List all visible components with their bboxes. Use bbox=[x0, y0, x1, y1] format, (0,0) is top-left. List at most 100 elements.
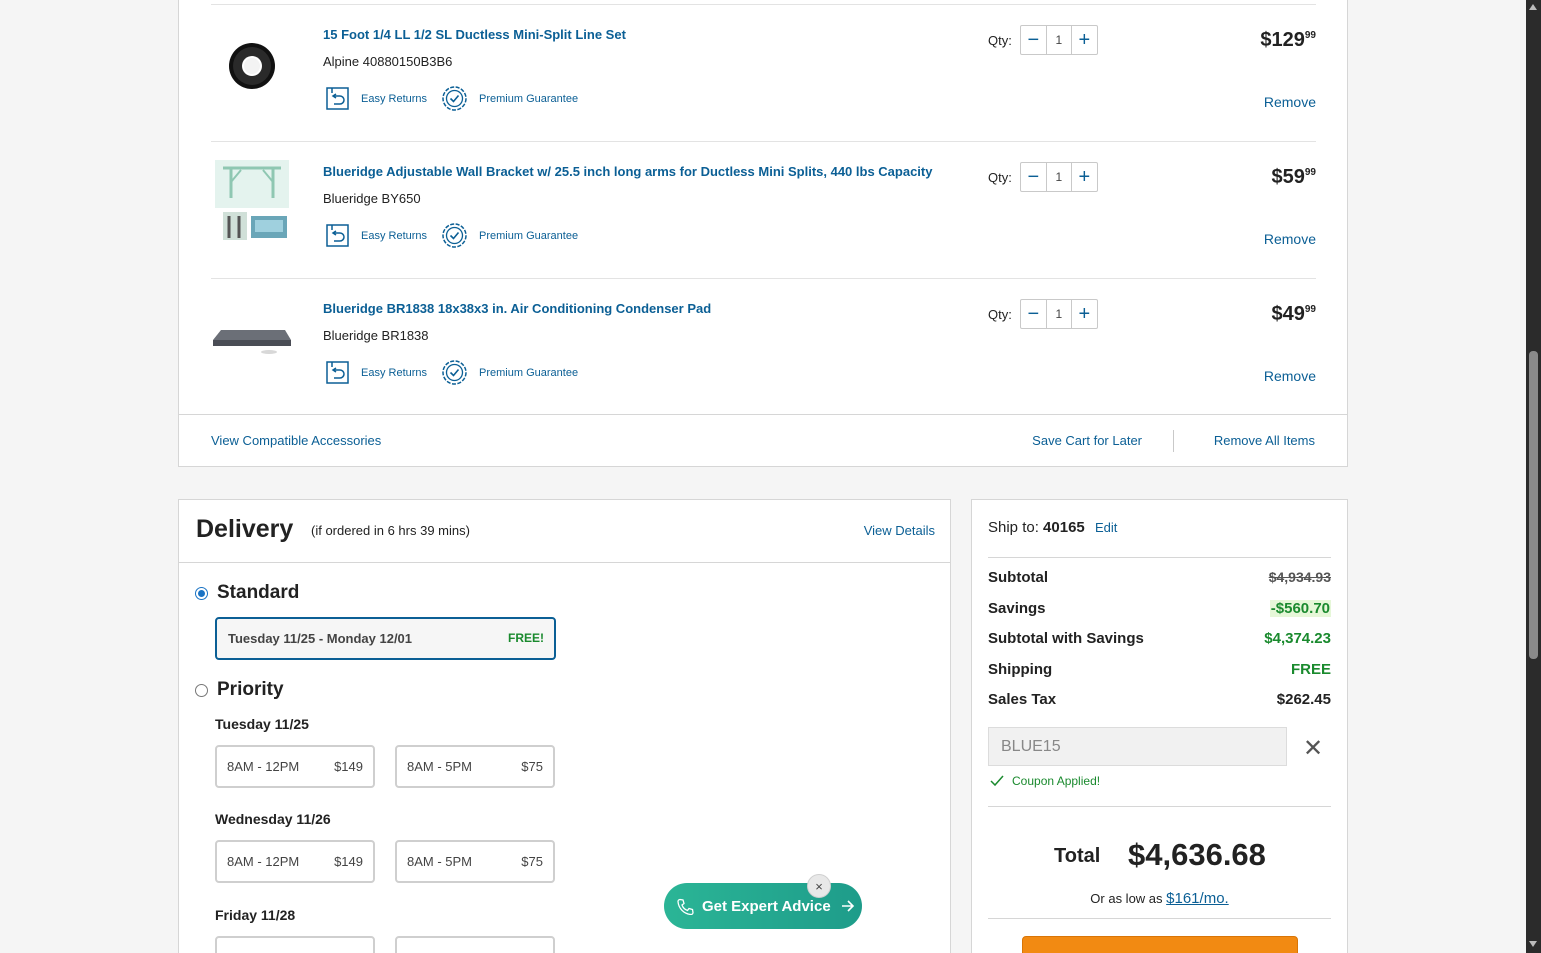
qty-increase-button[interactable]: + bbox=[1072, 163, 1097, 191]
subtotal-savings-label: Subtotal with Savings bbox=[988, 630, 1144, 647]
check-icon bbox=[990, 775, 1004, 787]
qty-label: Qty: bbox=[988, 32, 1012, 48]
returns-icon bbox=[326, 224, 349, 247]
standard-radio[interactable] bbox=[195, 586, 208, 600]
shipping-value: FREE bbox=[1290, 661, 1331, 678]
savings-value: -$560.70 bbox=[1269, 600, 1331, 617]
remove-item-link[interactable]: Remove bbox=[1264, 368, 1316, 384]
priority-day-label: Tuesday 11/25 bbox=[215, 716, 309, 732]
coupon-status-text: Coupon Applied! bbox=[1012, 774, 1101, 788]
scroll-up-arrow[interactable] bbox=[1529, 4, 1537, 10]
close-icon[interactable]: × bbox=[807, 874, 831, 898]
save-cart-link[interactable]: Save Cart for Later bbox=[1032, 433, 1142, 448]
remove-item-link[interactable]: Remove bbox=[1264, 94, 1316, 110]
priority-slot[interactable] bbox=[395, 936, 555, 953]
qty-label: Qty: bbox=[988, 306, 1012, 322]
expert-advice-button[interactable]: Get Expert Advice bbox=[664, 883, 862, 929]
priority-slot[interactable]: 8AM - 12PM $149 bbox=[215, 840, 375, 883]
priority-radio[interactable] bbox=[195, 683, 208, 697]
ship-to: Ship to: 40165 Edit bbox=[988, 519, 1117, 536]
view-details-link[interactable]: View Details bbox=[864, 523, 935, 538]
product-image-line-set[interactable] bbox=[211, 23, 293, 105]
product-title[interactable]: 15 Foot 1/4 LL 1/2 SL Ductless Mini-Spli… bbox=[323, 27, 626, 42]
easy-returns-label: Easy Returns bbox=[361, 92, 428, 105]
coupon-input[interactable]: BLUE15 bbox=[988, 727, 1287, 766]
remove-coupon-icon[interactable]: ✕ bbox=[1303, 734, 1323, 763]
remove-all-link[interactable]: Remove All Items bbox=[1214, 433, 1315, 448]
delivery-title: Delivery bbox=[196, 515, 294, 543]
qty-decrease-button[interactable]: − bbox=[1021, 163, 1046, 191]
subtotal-label: Subtotal bbox=[988, 569, 1048, 586]
priority-slot[interactable]: 8AM - 5PM $75 bbox=[395, 745, 555, 788]
scroll-down-arrow[interactable] bbox=[1529, 941, 1537, 947]
premium-guarantee-badge[interactable]: Premium Guarantee bbox=[441, 359, 578, 386]
subtotal-savings-row: Subtotal with Savings $4,374.23 bbox=[988, 630, 1331, 647]
qty-increase-button[interactable]: + bbox=[1072, 26, 1097, 54]
view-accessories-link[interactable]: View Compatible Accessories bbox=[211, 433, 381, 448]
footer-divider bbox=[1173, 430, 1174, 452]
tax-label: Sales Tax bbox=[988, 691, 1057, 708]
subtotal-savings-value: $4,374.23 bbox=[1264, 630, 1331, 647]
total-label: Total bbox=[1054, 845, 1101, 867]
total-value: $4,636.68 bbox=[1128, 837, 1266, 872]
quantity-stepper: Qty: − 1 + bbox=[988, 299, 1098, 329]
scroll-thumb[interactable] bbox=[1529, 351, 1538, 659]
savings-row: Savings -$560.70 bbox=[988, 600, 1331, 617]
item-price: $4999 bbox=[1271, 303, 1317, 325]
product-image-condenser-pad[interactable] bbox=[211, 297, 293, 379]
financing-prefix: Or as low as bbox=[1090, 891, 1163, 906]
guarantee-icon bbox=[442, 223, 467, 248]
slot-price: $149 bbox=[334, 854, 363, 869]
cart-footer: View Compatible Accessories Save Cart fo… bbox=[179, 414, 1347, 466]
edit-zip-link[interactable]: Edit bbox=[1095, 520, 1117, 535]
easy-returns-badge[interactable]: Easy Returns bbox=[325, 223, 427, 248]
qty-value[interactable]: 1 bbox=[1045, 163, 1072, 191]
priority-slot[interactable] bbox=[215, 936, 375, 953]
priority-option[interactable]: Priority bbox=[195, 679, 284, 701]
guarantee-icon bbox=[442, 360, 467, 385]
scrollbar[interactable] bbox=[1526, 0, 1541, 953]
delivery-header: Delivery (if ordered in 6 hrs 39 mins) V… bbox=[179, 500, 950, 563]
qty-increase-button[interactable]: + bbox=[1072, 300, 1097, 328]
returns-icon bbox=[326, 87, 349, 110]
priority-slot[interactable]: 8AM - 12PM $149 bbox=[215, 745, 375, 788]
checkout-button[interactable] bbox=[1022, 936, 1298, 953]
standard-option[interactable]: Standard bbox=[195, 582, 299, 604]
remove-item-link[interactable]: Remove bbox=[1264, 231, 1316, 247]
phone-icon bbox=[677, 898, 694, 915]
easy-returns-badge[interactable]: Easy Returns bbox=[325, 86, 427, 111]
cart-card: 15 Foot 1/4 LL 1/2 SL Ductless Mini-Spli… bbox=[178, 0, 1348, 467]
product-sku: Blueridge BY650 bbox=[323, 191, 421, 206]
product-title[interactable]: Blueridge Adjustable Wall Bracket w/ 25.… bbox=[323, 164, 932, 179]
priority-slot[interactable]: 8AM - 5PM $75 bbox=[395, 840, 555, 883]
priority-day-label: Friday 11/28 bbox=[215, 907, 296, 923]
slot-time: 8AM - 5PM bbox=[407, 854, 473, 869]
product-image-wall-bracket[interactable] bbox=[211, 160, 293, 242]
subtotal-row: Subtotal $4,934.93 bbox=[988, 569, 1331, 586]
standard-price: FREE! bbox=[508, 631, 544, 645]
qty-value[interactable]: 1 bbox=[1045, 300, 1072, 328]
arrow-right-icon bbox=[841, 900, 854, 912]
slot-time: 8AM - 12PM bbox=[227, 759, 300, 774]
premium-guarantee-badge[interactable]: Premium Guarantee bbox=[441, 222, 578, 249]
subtotal-value: $4,934.93 bbox=[1268, 569, 1331, 585]
returns-icon bbox=[326, 361, 349, 384]
ship-to-label: Ship to: bbox=[988, 519, 1039, 536]
qty-decrease-button[interactable]: − bbox=[1021, 26, 1046, 54]
priority-label: Priority bbox=[217, 679, 284, 700]
easy-returns-badge[interactable]: Easy Returns bbox=[325, 360, 427, 385]
product-title[interactable]: Blueridge BR1838 18x38x3 in. Air Conditi… bbox=[323, 301, 711, 316]
quantity-stepper: Qty: − 1 + bbox=[988, 25, 1098, 55]
premium-guarantee-badge[interactable]: Premium Guarantee bbox=[441, 85, 578, 112]
tax-row: Sales Tax $262.45 bbox=[988, 691, 1331, 708]
cart-item: Blueridge BR1838 18x38x3 in. Air Conditi… bbox=[211, 278, 1316, 415]
standard-delivery-box[interactable]: Tuesday 11/25 - Monday 12/01 FREE! bbox=[215, 617, 556, 660]
standard-label: Standard bbox=[217, 582, 300, 603]
summary-divider bbox=[988, 806, 1331, 807]
summary-divider bbox=[988, 918, 1331, 919]
slot-price: $75 bbox=[521, 854, 543, 869]
qty-value[interactable]: 1 bbox=[1045, 26, 1072, 54]
slot-time: 8AM - 5PM bbox=[407, 759, 473, 774]
financing-link[interactable]: $161/mo. bbox=[1166, 890, 1229, 907]
qty-decrease-button[interactable]: − bbox=[1021, 300, 1046, 328]
